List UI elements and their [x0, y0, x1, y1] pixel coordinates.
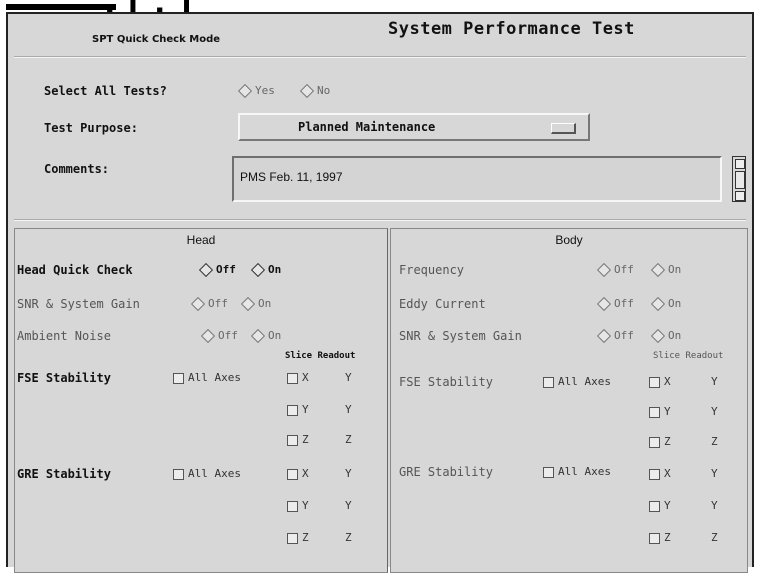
divider	[14, 56, 746, 58]
head-quick-check-on-radio[interactable]: On	[250, 262, 281, 277]
head-fse-y-checkbox[interactable]: Y	[287, 403, 309, 416]
body-fse-x-checkbox[interactable]: X	[649, 375, 671, 388]
head-gre-y-checkbox[interactable]: Y	[287, 499, 309, 512]
head-quick-check-off-radio[interactable]: Off	[198, 262, 236, 277]
radio-diamond-icon	[650, 296, 666, 311]
select-all-label: Select All Tests?	[44, 84, 167, 98]
body-panel: Body Frequency Off On Eddy Current Off O…	[390, 228, 748, 573]
radio-diamond-icon	[250, 262, 266, 277]
body-eddy-on-radio[interactable]: On	[650, 296, 681, 311]
head-fse-y-readout: Y	[345, 403, 352, 416]
comments-label: Comments:	[44, 162, 110, 176]
head-gre-label: GRE Stability	[17, 467, 111, 481]
body-fse-all-axes-checkbox[interactable]: All Axes	[543, 375, 611, 388]
test-purpose-option-menu[interactable]: Planned Maintenance	[238, 113, 590, 141]
body-fse-x-readout: Y	[711, 375, 718, 388]
body-gre-label: GRE Stability	[399, 465, 493, 479]
head-panel-title: Head	[186, 233, 216, 247]
body-gre-y-checkbox[interactable]: Y	[649, 499, 671, 512]
body-snr-on-radio[interactable]: On	[650, 328, 681, 343]
head-fse-x-checkbox[interactable]: X	[287, 371, 309, 384]
body-fse-y-checkbox[interactable]: Y	[649, 405, 671, 418]
body-frequency-off-radio[interactable]: Off	[596, 262, 634, 277]
radio-diamond-icon	[190, 296, 206, 311]
body-gre-z-checkbox[interactable]: Z	[649, 531, 671, 544]
option-menu-icon	[551, 123, 576, 134]
head-panel: Head Head Quick Check Off On SNR & Syste…	[14, 228, 388, 573]
body-fse-y-readout: Y	[711, 405, 718, 418]
radio-diamond-icon	[650, 262, 666, 277]
test-purpose-label: Test Purpose:	[44, 121, 138, 135]
radio-diamond-icon	[198, 262, 214, 277]
body-fse-z-readout: Z	[711, 435, 718, 448]
head-snr-on-radio[interactable]: On	[240, 296, 271, 311]
body-fse-z-checkbox[interactable]: Z	[649, 435, 671, 448]
scroll-thumb[interactable]	[735, 171, 745, 189]
title-bar: SPT Quick Check Mode System Performance …	[8, 14, 752, 56]
head-slice-readout-header: Slice Readout	[285, 351, 356, 361]
scroll-down-arrow-icon[interactable]	[735, 191, 745, 201]
body-gre-y-readout: Y	[711, 499, 718, 512]
body-gre-x-readout: Y	[711, 467, 718, 480]
test-purpose-value: Planned Maintenance	[298, 120, 436, 134]
head-fse-z-readout: Z	[345, 433, 352, 446]
head-snr-off-radio[interactable]: Off	[190, 296, 228, 311]
body-frequency-label: Frequency	[399, 263, 465, 277]
head-gre-x-checkbox[interactable]: X	[287, 467, 309, 480]
head-fse-z-checkbox[interactable]: Z	[287, 433, 309, 446]
radio-diamond-icon	[200, 328, 216, 343]
head-gre-x-readout: Y	[345, 467, 352, 480]
head-ambient-on-radio[interactable]: On	[250, 328, 281, 343]
divider	[14, 219, 746, 221]
select-all-yes-radio[interactable]: Yes	[237, 83, 275, 98]
head-ambient-off-radio[interactable]: Off	[200, 328, 238, 343]
radio-diamond-icon	[237, 83, 253, 98]
radio-diamond-icon	[650, 328, 666, 343]
radio-diamond-icon	[596, 296, 612, 311]
body-eddy-label: Eddy Current	[399, 297, 486, 311]
body-slice-readout-header: Slice Readout	[653, 351, 724, 361]
radio-diamond-icon	[299, 83, 315, 98]
body-snr-label: SNR & System Gain	[399, 329, 522, 343]
body-gre-x-checkbox[interactable]: X	[649, 467, 671, 480]
body-gre-all-axes-checkbox[interactable]: All Axes	[543, 465, 611, 478]
window-title: System Performance Test	[388, 19, 635, 39]
head-fse-label: FSE Stability	[17, 371, 111, 385]
radio-diamond-icon	[596, 328, 612, 343]
body-fse-label: FSE Stability	[399, 375, 493, 389]
comments-scrollbar[interactable]	[732, 156, 746, 202]
head-fse-all-axes-checkbox[interactable]: All Axes	[173, 371, 241, 384]
head-gre-y-readout: Y	[345, 499, 352, 512]
head-gre-all-axes-checkbox[interactable]: All Axes	[173, 467, 241, 480]
body-gre-z-readout: Z	[711, 531, 718, 544]
radio-diamond-icon	[240, 296, 256, 311]
mode-label: SPT Quick Check Mode	[92, 34, 221, 45]
scroll-up-arrow-icon[interactable]	[735, 159, 745, 169]
head-quick-check-label: Head Quick Check	[17, 263, 133, 277]
head-gre-z-checkbox[interactable]: Z	[287, 531, 309, 544]
head-snr-label: SNR & System Gain	[17, 297, 140, 311]
spt-window: SPT Quick Check Mode System Performance …	[6, 12, 754, 573]
body-panel-title: Body	[555, 233, 583, 247]
title-underline	[6, 4, 116, 10]
comments-field[interactable]: PMS Feb. 11, 1997	[232, 156, 722, 202]
head-gre-z-readout: Z	[345, 531, 352, 544]
head-fse-x-readout: Y	[345, 371, 352, 384]
radio-diamond-icon	[596, 262, 612, 277]
select-all-no-radio[interactable]: No	[299, 83, 330, 98]
head-ambient-label: Ambient Noise	[17, 329, 111, 343]
radio-diamond-icon	[250, 328, 266, 343]
body-snr-off-radio[interactable]: Off	[596, 328, 634, 343]
body-eddy-off-radio[interactable]: Off	[596, 296, 634, 311]
comments-text: PMS Feb. 11, 1997	[240, 170, 343, 184]
body-frequency-on-radio[interactable]: On	[650, 262, 681, 277]
